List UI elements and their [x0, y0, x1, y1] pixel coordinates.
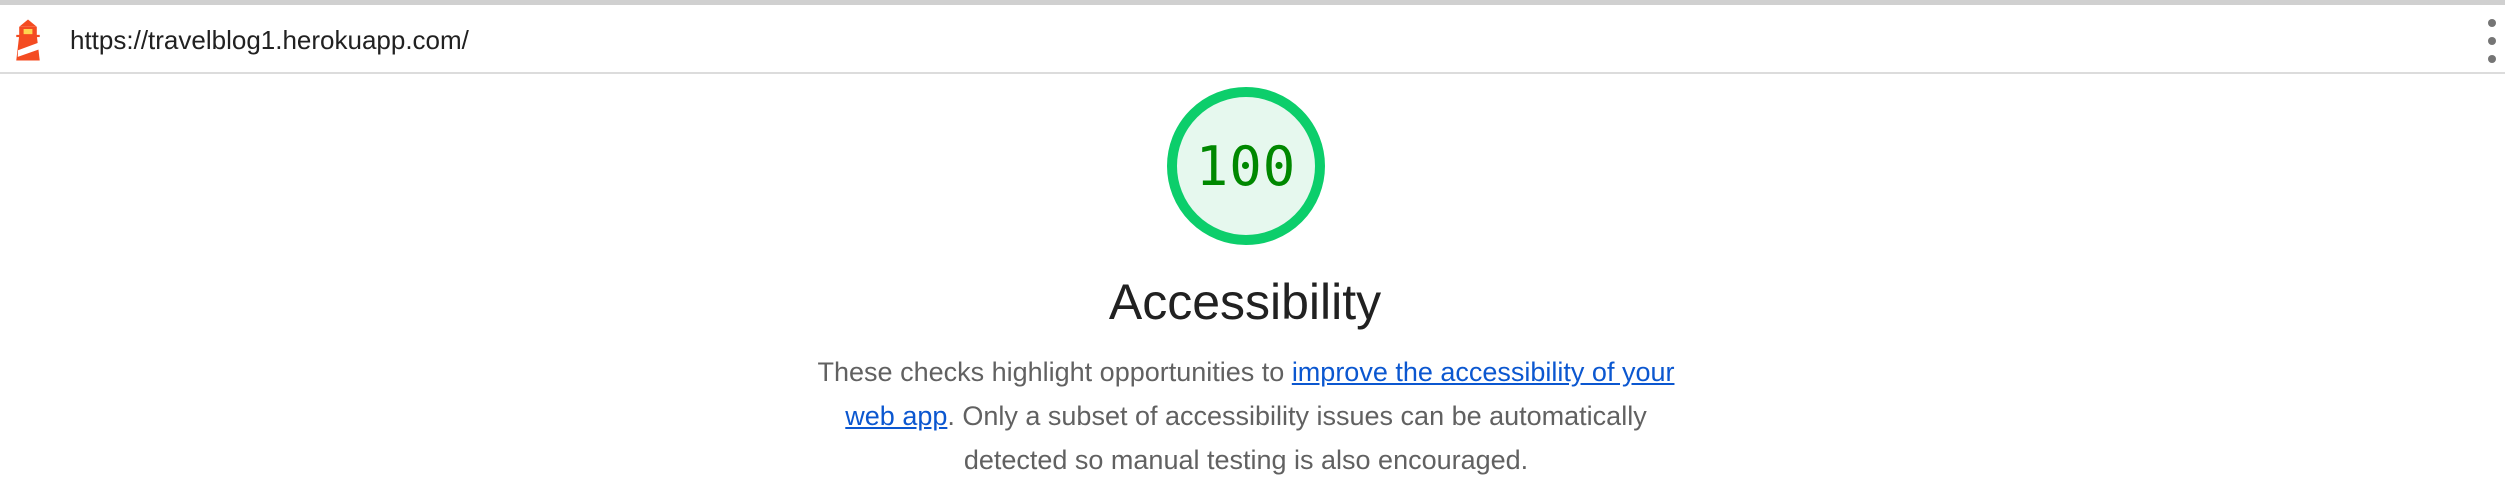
menu-dot [2488, 37, 2496, 45]
category-description: These checks highlight opportunities to … [815, 350, 1677, 482]
report-url: https://travelblog1.herokuapp.com/ [70, 25, 469, 55]
description-suffix: . Only a subset of accessibility issues … [947, 401, 1647, 475]
score-gauge[interactable]: 100 [1166, 86, 1326, 246]
menu-dot [2488, 19, 2496, 27]
lighthouse-icon [16, 19, 40, 61]
description-prefix: These checks highlight opportunities to [817, 357, 1292, 387]
menu-dot [2488, 55, 2496, 63]
report-topbar: https://travelblog1.herokuapp.com/ [0, 5, 2505, 74]
score-value: 100 [1195, 134, 1297, 198]
category-title: Accessibility [1108, 274, 1382, 330]
kebab-menu-icon[interactable] [2485, 19, 2499, 63]
